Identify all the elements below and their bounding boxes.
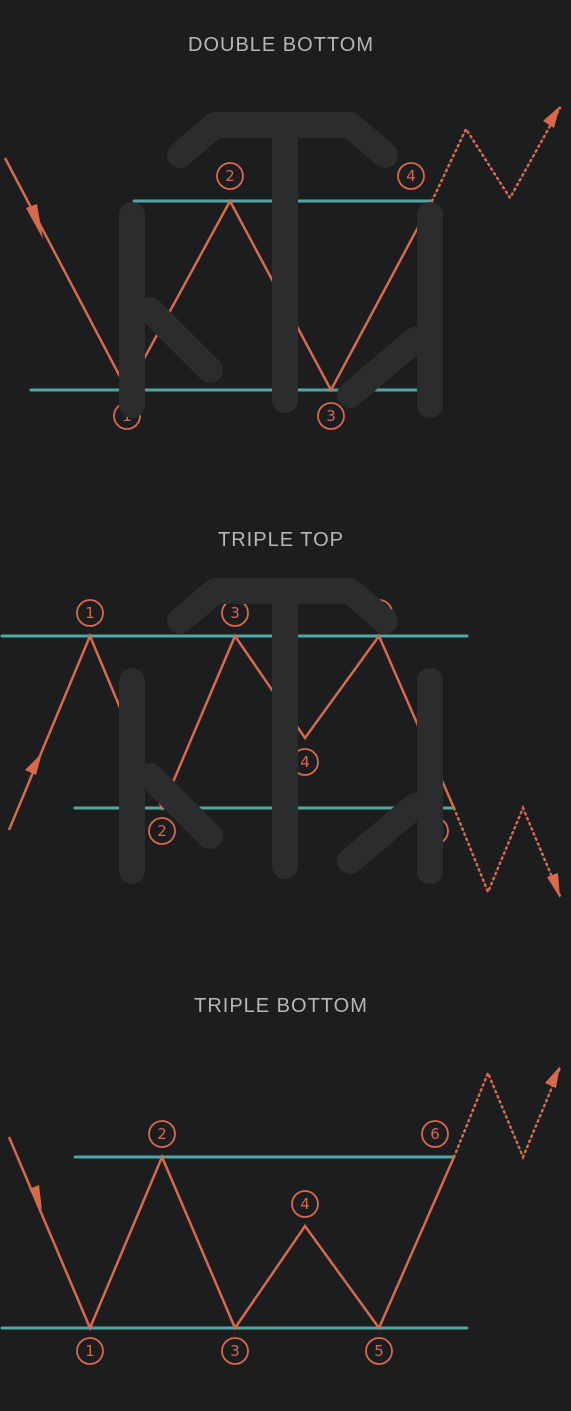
watermark-stroke <box>337 793 428 874</box>
price-path <box>7 1136 456 1332</box>
breakout-arrow-icon <box>543 106 560 128</box>
marker-4: 4 <box>397 162 425 190</box>
marker-2: 2 <box>148 817 176 845</box>
marker-6-label: 6 <box>430 1125 440 1143</box>
double-bottom-title: DOUBLE BOTTOM <box>188 34 374 56</box>
entry-arrow-icon <box>29 1185 42 1210</box>
marker-4-label: 4 <box>300 1195 310 1213</box>
projected-path <box>430 106 562 203</box>
price-path <box>3 157 434 393</box>
marker-3-label: 3 <box>230 604 240 622</box>
marker-6: 6 <box>421 1120 449 1148</box>
marker-3: 3 <box>221 1337 249 1365</box>
marker-3-label: 3 <box>326 407 336 425</box>
td-logo-icon <box>119 578 443 884</box>
marker-4-label: 4 <box>406 167 416 185</box>
marker-2-label: 2 <box>157 1125 167 1143</box>
triple-bottom-title: TRIPLE BOTTOM <box>194 995 368 1017</box>
marker-3: 3 <box>317 402 345 430</box>
marker-2-label: 2 <box>225 167 235 185</box>
entry-arrow-icon <box>25 753 42 775</box>
watermark-stroke <box>337 327 428 408</box>
marker-2: 2 <box>216 162 244 190</box>
marker-5: 5 <box>365 1337 393 1365</box>
marker-3-label: 3 <box>230 1342 240 1360</box>
marker-5-label: 5 <box>374 1342 384 1360</box>
marker-4: 4 <box>291 1190 319 1218</box>
breakout-arrow-icon <box>545 1066 560 1088</box>
breakdown-arrow-icon <box>547 873 560 898</box>
marker-1: 1 <box>76 599 104 627</box>
marker-1: 1 <box>76 1337 104 1365</box>
marker-4-label: 4 <box>300 753 310 771</box>
marker-2-label: 2 <box>157 822 167 840</box>
projected-path <box>452 804 562 898</box>
marker-2: 2 <box>148 1120 176 1148</box>
entry-arrow-icon <box>26 204 43 239</box>
projected-path <box>452 1066 562 1161</box>
td-logo-icon <box>119 112 443 418</box>
watermark-stroke <box>137 297 223 383</box>
triple-bottom-diagram: TRIPLE BOTTOM 1 2 3 4 5 6 <box>0 578 562 1365</box>
marker-1-label: 1 <box>85 604 95 622</box>
chart-patterns-canvas: DOUBLE BOTTOM 1 2 3 4 TRIPLE TOP 1 2 3 4… <box>0 34 562 1365</box>
triple-top-title: TRIPLE TOP <box>218 529 344 551</box>
price-path <box>7 632 456 831</box>
marker-1-label: 1 <box>85 1342 95 1360</box>
